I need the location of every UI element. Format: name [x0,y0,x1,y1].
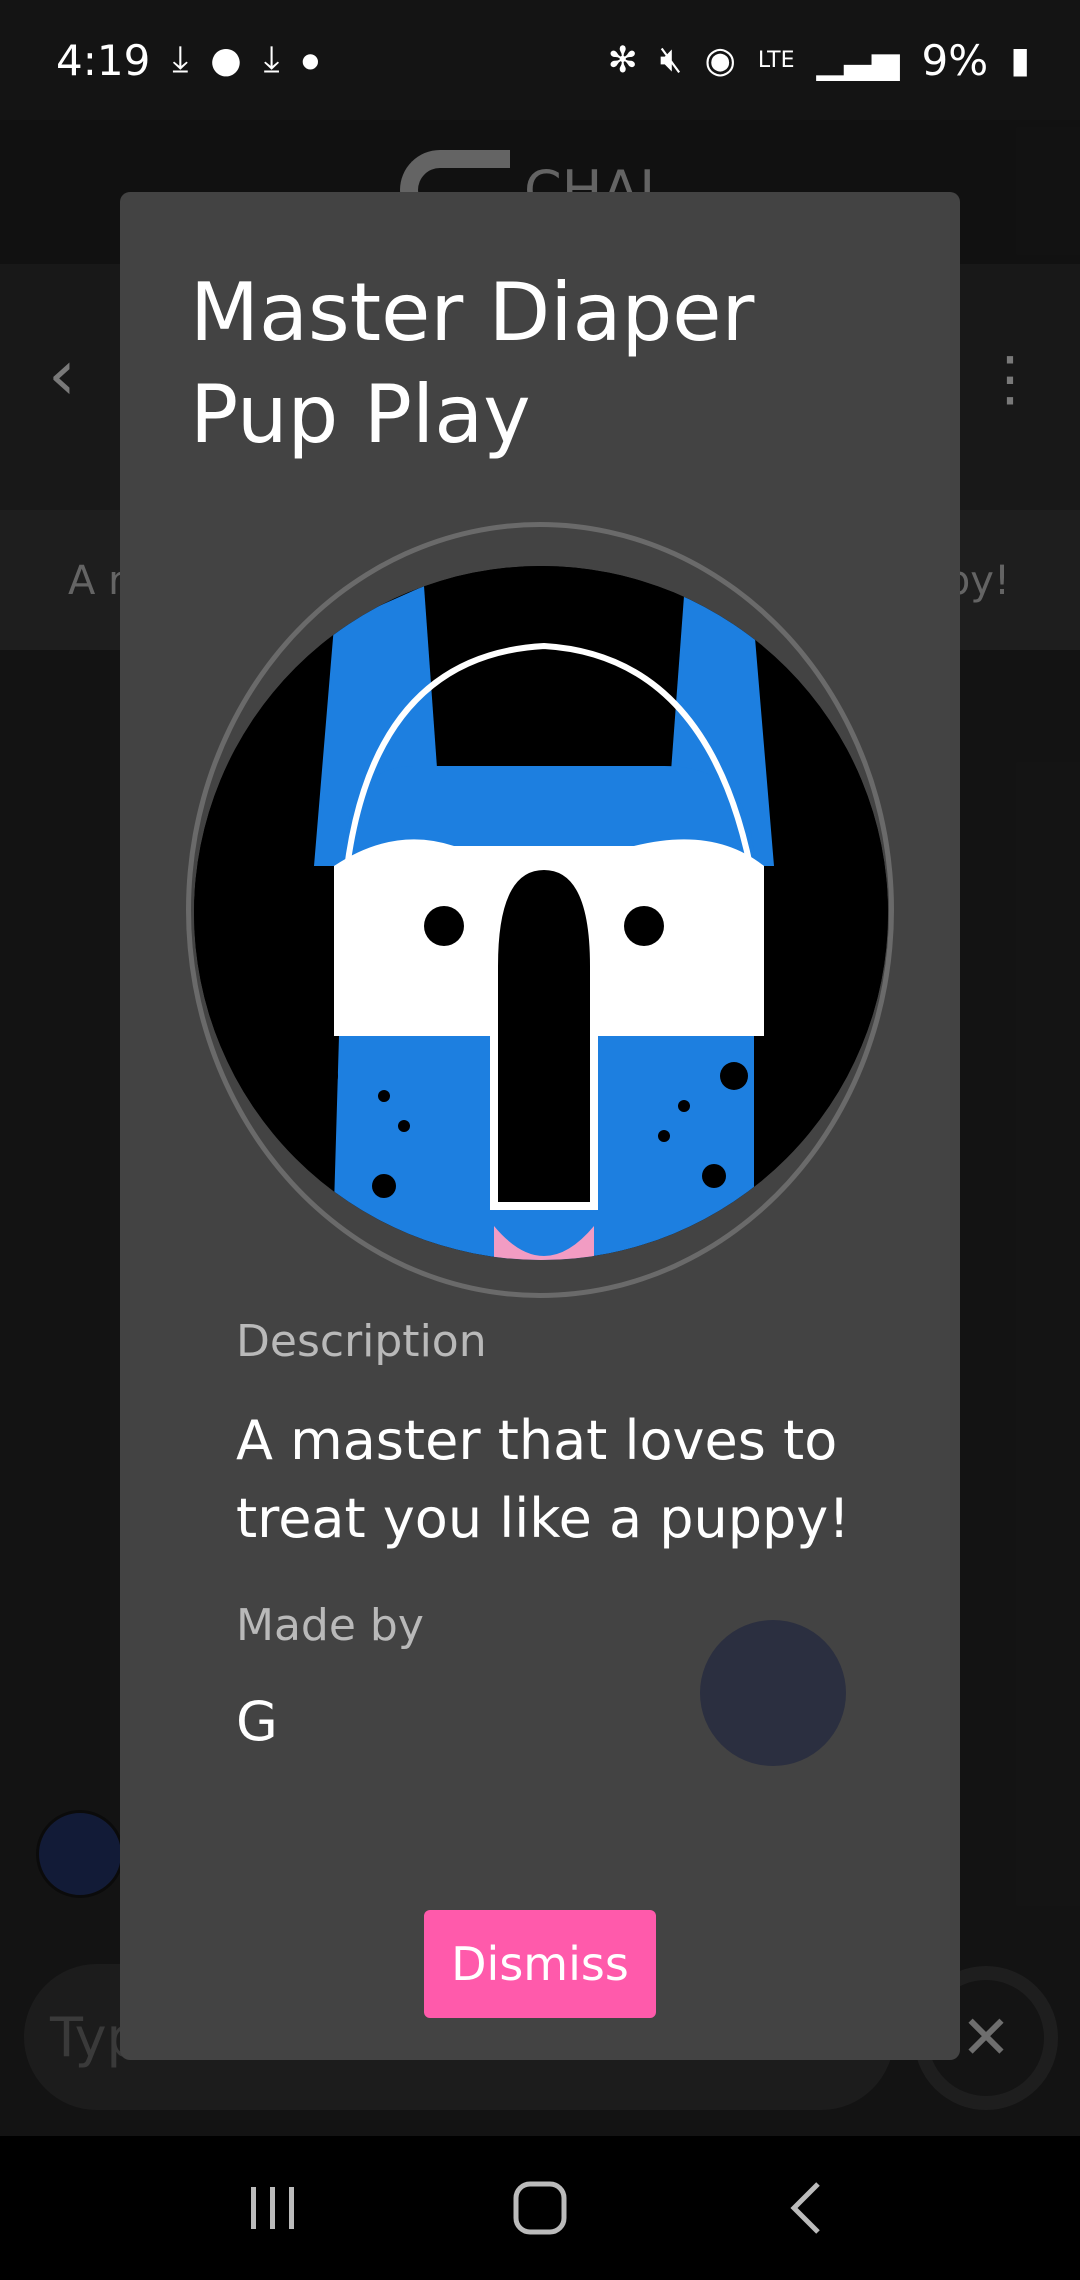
creator-name: G [236,1690,278,1753]
battery-percent: 9% [921,35,989,85]
lte-icon: LTE [757,47,795,73]
back-icon [790,2182,820,2234]
bot-avatar [194,566,888,1260]
made-by-label: Made by [236,1600,424,1651]
signal-icon: ▁▃▅ [816,39,900,81]
battery-charging-icon: ▮ [1010,39,1030,81]
back-button[interactable] [747,2158,867,2258]
status-left: 4:19 ⤓ ● ⤓ ● [56,36,319,85]
mute-icon: 🔇︎ [659,39,683,80]
status-right: ✻ 🔇︎ ◉ LTE ▁▃▅ 9% ▮ [608,36,1030,85]
status-bar: 4:19 ⤓ ● ⤓ ● ✻ 🔇︎ ◉ LTE ▁▃▅ 9% ▮ [0,0,1080,120]
description-label: Description [236,1316,487,1367]
modal-title: Master Diaper Pup Play [190,266,755,461]
dot-icon: ● [301,48,320,72]
home-button[interactable] [480,2158,600,2258]
home-icon [513,2181,567,2235]
recents-icon [251,2187,295,2229]
download-icon: ⤓ [172,39,189,80]
pup-avatar-image [194,566,888,1260]
bot-info-modal: Master Diaper Pup Play Description A mas… [120,192,960,2060]
clock: 4:19 [56,35,151,85]
navigation-bar [0,2136,1080,2280]
recents-button[interactable] [213,2158,333,2258]
creator-avatar[interactable] [700,1620,846,1766]
bluetooth-icon: ✻ [607,39,638,81]
hotspot-icon: ◉ [704,39,736,81]
reddit-icon: ● [210,39,242,81]
dismiss-button[interactable]: Dismiss [424,1910,656,2018]
download-icon: ⤓ [263,39,280,80]
description-text: A master that loves to treat you like a … [236,1409,850,1550]
